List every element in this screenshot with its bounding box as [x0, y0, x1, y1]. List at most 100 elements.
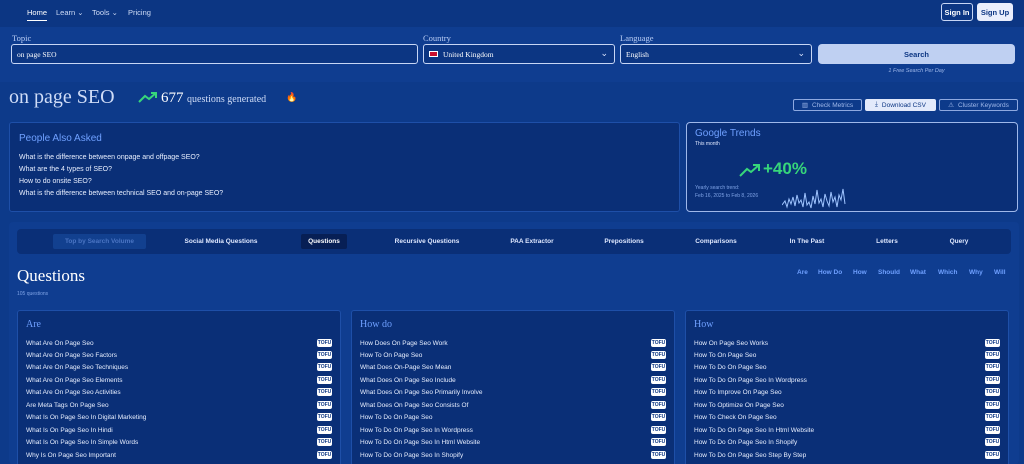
tofu-badge: TOFU — [651, 438, 666, 446]
tab-social-media-questions[interactable]: Social Media Questions — [177, 234, 265, 249]
nav-home[interactable]: Home — [27, 8, 48, 21]
tab-comparisons[interactable]: Comparisons — [689, 234, 743, 249]
list-item[interactable]: How To On Page Seo — [360, 352, 422, 359]
tofu-badge: TOFU — [317, 363, 332, 371]
list-item[interactable]: What Are On Page Seo Factors — [26, 352, 117, 359]
cluster-icon: ⚠ — [948, 102, 954, 109]
trends-yearly-label: Yearly search trend: — [695, 185, 740, 191]
tofu-badge: TOFU — [985, 388, 1000, 396]
list-item[interactable]: How To Do On Page Seo In Wordpress — [360, 427, 473, 434]
topic-value: on page SEO — [17, 49, 57, 59]
nav-pricing[interactable]: Pricing — [128, 8, 151, 17]
tab-in-the-past[interactable]: In The Past — [784, 234, 830, 249]
trends-title: Google Trends — [695, 128, 761, 139]
list-item[interactable]: What Is On Page Seo In Digital Marketing — [26, 414, 146, 421]
tab-top-by-search-volume[interactable]: Top by Search Volume — [53, 234, 146, 249]
list-item[interactable]: What Does On Page Seo Include — [360, 377, 456, 384]
list-item[interactable]: How To Optimize On Page Seo — [694, 402, 784, 409]
filter-will[interactable]: Will — [994, 269, 1006, 276]
check-metrics-button[interactable]: ▥ Check Metrics — [793, 99, 862, 111]
tab-query[interactable]: Query — [945, 234, 973, 249]
tofu-badge: TOFU — [317, 339, 332, 347]
list-item[interactable]: What Are On Page Seo Elements — [26, 377, 122, 384]
question-column-are: Are What Are On Page Seo TOFU What Are On… — [17, 310, 341, 464]
list-item[interactable]: How To Do On Page Seo In Wordpress — [694, 377, 807, 384]
list-item[interactable]: How To Improve On Page Seo — [694, 389, 782, 396]
language-select[interactable]: English ⌄ — [620, 44, 812, 64]
tab-letters[interactable]: Letters — [870, 234, 904, 249]
chart-icon: ▥ — [801, 102, 808, 109]
paa-question[interactable]: How to do onsite SEO? — [19, 178, 92, 185]
tofu-badge: TOFU — [317, 438, 332, 446]
filter-are[interactable]: Are — [797, 269, 808, 276]
download-csv-button[interactable]: ⤓ Download CSV — [865, 99, 936, 111]
tofu-badge: TOFU — [985, 376, 1000, 384]
nav-tools[interactable]: Tools ⌄ — [92, 8, 118, 17]
topic-input[interactable]: on page SEO — [11, 44, 418, 64]
trend-up-icon — [739, 164, 760, 177]
list-item[interactable]: How To Check On Page Seo — [694, 414, 777, 421]
cluster-keywords-label: Cluster Keywords — [957, 101, 1009, 109]
list-item[interactable]: How To Do On Page Seo In Shopify — [360, 452, 463, 459]
people-also-asked-panel: People Also Asked What is the difference… — [9, 122, 680, 212]
list-item[interactable]: How To Do On Page Seo — [360, 414, 433, 421]
paa-question[interactable]: What are the 4 types of SEO? — [19, 166, 112, 173]
filter-how[interactable]: How — [853, 269, 867, 276]
tofu-badge: TOFU — [317, 388, 332, 396]
list-item[interactable]: Why Is On Page Seo Important — [26, 452, 116, 459]
list-item[interactable]: How Does On Page Seo Work — [360, 340, 448, 347]
download-csv-label: Download CSV — [881, 101, 926, 109]
tab-recursive-questions[interactable]: Recursive Questions — [388, 234, 466, 249]
sign-up-button[interactable]: Sign Up — [977, 3, 1013, 21]
list-item[interactable]: How To Do On Page Seo Step By Step — [694, 452, 806, 459]
filter-why[interactable]: Why — [969, 269, 983, 276]
filter-what[interactable]: What — [910, 269, 926, 276]
filter-how-do[interactable]: How Do — [818, 269, 842, 276]
tab-paa-extractor[interactable]: PAA Extractor — [504, 234, 560, 249]
paa-question[interactable]: What is the difference between onpage an… — [19, 154, 200, 161]
question-column-how: How How On Page Seo Works TOFU How To On … — [685, 310, 1009, 464]
list-item[interactable]: What Is On Page Seo In Hindi — [26, 427, 113, 434]
list-item[interactable]: How To Do On Page Seo In Html Website — [360, 439, 480, 446]
tab-prepositions[interactable]: Prepositions — [600, 234, 648, 249]
tofu-badge: TOFU — [651, 426, 666, 434]
list-item[interactable]: What Is On Page Seo In Simple Words — [26, 439, 138, 446]
list-item[interactable]: What Are On Page Seo Activities — [26, 389, 121, 396]
list-item[interactable]: How On Page Seo Works — [694, 340, 768, 347]
filter-which[interactable]: Which — [938, 269, 958, 276]
download-icon: ⤓ — [875, 101, 878, 108]
list-item[interactable]: How To Do On Page Seo In Shopify — [694, 439, 797, 446]
list-item[interactable]: What Does On Page Seo Primarily Involve — [360, 389, 482, 396]
trends-period: This month — [695, 141, 720, 147]
list-item[interactable]: How To On Page Seo — [694, 352, 756, 359]
topic-label: Topic — [12, 33, 32, 43]
section-title: Questions — [17, 266, 85, 285]
tab-questions[interactable]: Questions — [301, 234, 347, 249]
result-title: on page SEO — [9, 86, 115, 108]
tofu-badge: TOFU — [317, 451, 332, 459]
tofu-badge: TOFU — [651, 388, 666, 396]
sign-in-button[interactable]: Sign In — [941, 3, 973, 21]
free-search-note: 1 Free Search Per Day — [888, 68, 945, 74]
tab-bar: Top by Search Volume Social Media Questi… — [17, 229, 1011, 254]
list-item[interactable]: Are Meta Tags On Page Seo — [26, 402, 109, 409]
list-item[interactable]: What Does On Page Seo Consists Of — [360, 402, 468, 409]
list-item[interactable]: What Are On Page Seo — [26, 340, 94, 347]
country-label: Country — [423, 33, 451, 43]
tofu-badge: TOFU — [651, 363, 666, 371]
list-item[interactable]: How To Do On Page Seo In Html Website — [694, 427, 814, 434]
filter-should[interactable]: Should — [878, 269, 900, 276]
tofu-badge: TOFU — [651, 376, 666, 384]
search-button[interactable]: Search — [818, 44, 1015, 64]
tofu-badge: TOFU — [985, 451, 1000, 459]
cluster-keywords-button[interactable]: ⚠ Cluster Keywords — [939, 99, 1018, 111]
list-item[interactable]: What Does On-Page Seo Mean — [360, 364, 451, 371]
nav-learn[interactable]: Learn ⌄ — [56, 8, 84, 17]
paa-title: People Also Asked — [19, 133, 102, 144]
paa-question[interactable]: What is the difference between technical… — [19, 190, 223, 197]
list-item[interactable]: How To Do On Page Seo — [694, 364, 767, 371]
country-select[interactable]: United Kingdom ⌄ — [423, 44, 615, 64]
list-item[interactable]: What Are On Page Seo Techniques — [26, 364, 128, 371]
tofu-badge: TOFU — [985, 351, 1000, 359]
tofu-badge: TOFU — [985, 363, 1000, 371]
